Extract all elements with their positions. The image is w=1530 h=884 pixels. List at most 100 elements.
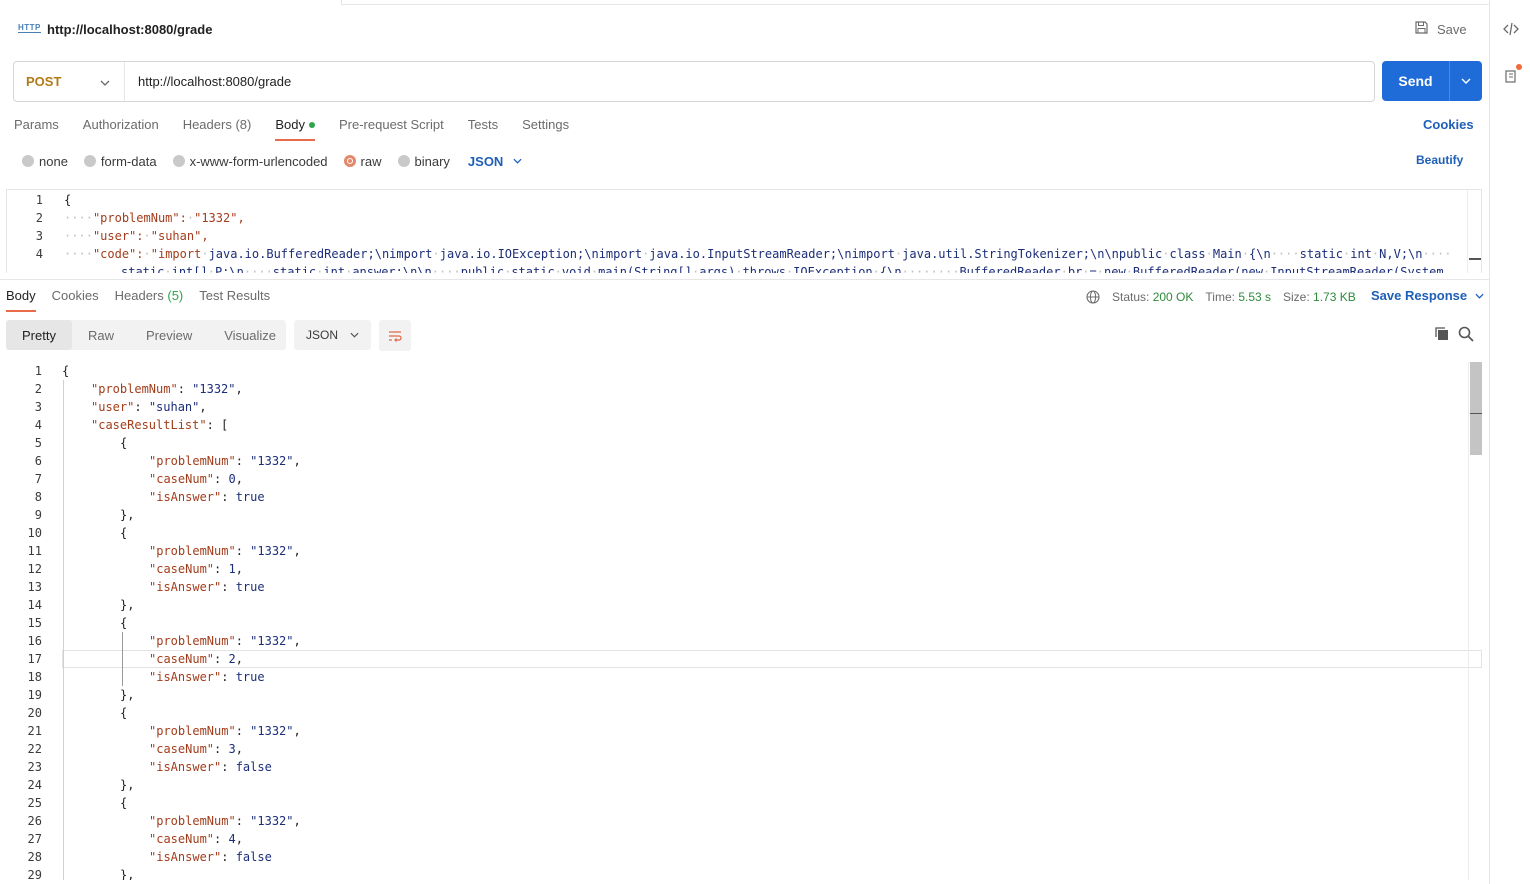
- code-text: ····"code":·"import·java.io.BufferedRead…: [64, 247, 1452, 261]
- size-label: Size:: [1283, 290, 1310, 304]
- response-code-line: 28 "isAnswer": false: [6, 848, 1482, 866]
- chevron-down-icon: [1461, 78, 1471, 84]
- response-view-tabs: Pretty Raw Preview Visualize: [6, 320, 286, 350]
- radio-form-data[interactable]: form-data: [83, 153, 157, 169]
- line-number: 19: [27, 688, 42, 702]
- tab-body[interactable]: Body: [275, 117, 315, 141]
- request-code-line: 4 ····"code":·"import·java.io.BufferedRea…: [7, 245, 1481, 263]
- globe-icon[interactable]: [1086, 290, 1100, 304]
- url-input[interactable]: [125, 62, 1374, 101]
- chevron-down-icon: [100, 74, 110, 89]
- response-code-line: 4 "caseResultList": [: [6, 416, 1482, 434]
- view-preview[interactable]: Preview: [130, 320, 208, 350]
- tab-response-body[interactable]: Body: [6, 288, 36, 312]
- cookies-link[interactable]: Cookies: [1423, 117, 1474, 132]
- code-text: {: [120, 436, 128, 450]
- tab-authorization[interactable]: Authorization: [83, 117, 159, 141]
- request-title[interactable]: http://localhost:8080/grade: [47, 22, 212, 37]
- code-text: {: [120, 526, 128, 540]
- size-value[interactable]: 1.73 KB: [1313, 290, 1356, 304]
- request-body-editor[interactable]: 1{2 ····"problemNum":·"1332", 3 ····"user":…: [6, 189, 1482, 273]
- line-number: 1: [35, 193, 43, 207]
- line-number: 2: [34, 382, 42, 396]
- line-number: 15: [27, 616, 42, 630]
- response-tabs: Body Cookies Headers (5) Test Results: [6, 288, 286, 312]
- time-value[interactable]: 5.53 s: [1238, 290, 1271, 304]
- code-text: {: [120, 796, 128, 810]
- code-text: "caseNum": 1,: [149, 562, 243, 576]
- wrap-lines-button[interactable]: [379, 320, 411, 351]
- tab-response-headers[interactable]: Headers (5): [115, 288, 184, 312]
- line-number: 3: [34, 400, 42, 414]
- tab-settings[interactable]: Settings: [522, 117, 569, 141]
- response-code-line: 18 "isAnswer": true: [6, 668, 1482, 686]
- response-code-line: 23 "isAnswer": false: [6, 758, 1482, 776]
- code-brackets-icon[interactable]: [1502, 20, 1520, 38]
- radio-raw[interactable]: raw: [343, 153, 382, 169]
- tab-response-headers-count: (5): [167, 288, 184, 303]
- radio-urlencoded[interactable]: x-www-form-urlencoded: [172, 154, 328, 169]
- line-number: 3: [35, 229, 43, 243]
- tab-response-cookies[interactable]: Cookies: [52, 288, 99, 312]
- radio-binary[interactable]: binary: [397, 153, 450, 169]
- radio-raw-label: raw: [360, 153, 382, 169]
- radio-none-label: none: [39, 153, 68, 169]
- send-options-button[interactable]: [1450, 78, 1482, 84]
- tab-strip: [0, 0, 1489, 5]
- response-body-viewer[interactable]: 1{2 "problemNum": "1332", 3 "user": "suhan"…: [6, 362, 1482, 880]
- view-visualize[interactable]: Visualize: [208, 320, 292, 350]
- tab-tests[interactable]: Tests: [468, 117, 498, 141]
- line-number: 4: [34, 418, 42, 432]
- search-icon[interactable]: [1458, 326, 1474, 345]
- radio-form-data-label: form-data: [100, 153, 157, 169]
- tab-headers[interactable]: Headers (8): [183, 117, 252, 141]
- response-code-line: 12 "caseNum": 1,: [6, 560, 1482, 578]
- save-button[interactable]: Save: [1414, 18, 1467, 40]
- response-code-line: 5{: [6, 434, 1482, 452]
- method-select[interactable]: POST: [14, 62, 125, 101]
- response-code-line: 1{: [6, 362, 1482, 380]
- floppy-disk-icon: [1414, 20, 1429, 38]
- response-format-select[interactable]: JSON: [294, 320, 371, 350]
- response-code-line: 25 {: [6, 794, 1482, 812]
- view-raw[interactable]: Raw: [72, 320, 130, 350]
- pane-divider[interactable]: [0, 279, 1489, 280]
- copy-icon[interactable]: [1434, 326, 1450, 345]
- response-code-line: 14},: [6, 596, 1482, 614]
- document-icon[interactable]: [1502, 64, 1522, 85]
- line-number: 6: [34, 454, 42, 468]
- code-text: },: [120, 598, 135, 612]
- code-text: "isAnswer": true: [149, 670, 265, 684]
- body-format-select[interactable]: JSON: [468, 154, 522, 169]
- code-text: },: [120, 868, 135, 880]
- response-code-line: 2 "problemNum": "1332",: [6, 380, 1482, 398]
- status-value[interactable]: 200 OK: [1153, 290, 1194, 304]
- save-response-label: Save Response: [1371, 288, 1468, 303]
- line-number: 10: [27, 526, 42, 540]
- http-file-icon: HTTP: [18, 23, 41, 33]
- radio-binary-label: binary: [414, 153, 450, 169]
- code-text: "isAnswer": false: [149, 850, 272, 864]
- method-label: POST: [26, 74, 62, 89]
- tab-prerequest-script[interactable]: Pre-request Script: [339, 117, 444, 141]
- response-code-line: 10 {: [6, 524, 1482, 542]
- tab-params[interactable]: Params: [14, 117, 59, 141]
- radio-none[interactable]: none: [22, 154, 68, 169]
- send-button[interactable]: Send: [1382, 73, 1449, 89]
- view-pretty[interactable]: Pretty: [6, 320, 72, 350]
- code-text: "isAnswer": false: [149, 760, 272, 774]
- active-tab-edge: [0, 0, 342, 5]
- response-code-line: 29},: [6, 866, 1482, 880]
- save-response-button[interactable]: Save Response: [1371, 288, 1484, 303]
- response-code-line: 6 "problemNum": "1332",: [6, 452, 1482, 470]
- save-label: Save: [1437, 21, 1467, 37]
- wrap-lines-icon: [389, 330, 402, 342]
- body-indicator-dot: [308, 122, 315, 128]
- line-number: 7: [34, 472, 42, 486]
- response-code-line: 3 "user": "suhan",: [6, 398, 1482, 416]
- beautify-link[interactable]: Beautify: [1416, 153, 1463, 167]
- tab-test-results[interactable]: Test Results: [199, 288, 270, 312]
- request-code-line: 2 ····"problemNum":·"1332",: [7, 209, 1481, 227]
- code-text: {: [120, 616, 128, 630]
- line-number: 21: [27, 724, 42, 738]
